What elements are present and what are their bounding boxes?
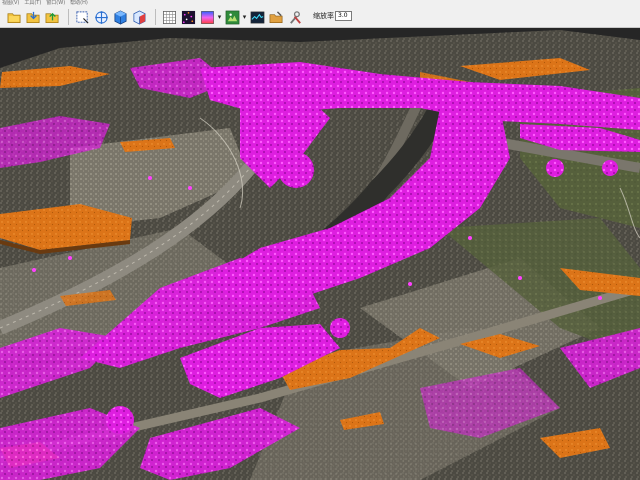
point-cloud-canvas[interactable] xyxy=(0,28,640,480)
toolbar-separator xyxy=(68,9,69,25)
grid-icon[interactable] xyxy=(161,9,178,26)
settings-tools-icon[interactable] xyxy=(287,9,304,26)
toolbar-separator xyxy=(155,9,156,25)
open-folder-icon[interactable] xyxy=(6,9,23,26)
terrain-icon[interactable] xyxy=(224,9,241,26)
solid-view-icon[interactable] xyxy=(131,9,148,26)
profile-icon[interactable] xyxy=(249,9,266,26)
menu-item-help[interactable]: 帮助(H) xyxy=(70,0,88,7)
menu-item-view[interactable]: 视图(V) xyxy=(2,0,19,7)
tool-strip: ▾ ▾ xyxy=(6,8,306,26)
zoom-input[interactable] xyxy=(335,11,352,21)
menu-item-tools[interactable]: 工具(T) xyxy=(24,0,41,7)
cube-view-icon[interactable] xyxy=(112,9,129,26)
point-cloud-viewport[interactable] xyxy=(0,28,640,480)
chevron-down-icon[interactable]: ▾ xyxy=(217,12,222,22)
zoom-label: 缩放率 xyxy=(313,12,334,20)
point-cloud-app: 视图(V) 工具(T) 窗口(W) 帮助(H) ▾ ▾ 缩放率 3.0 xyxy=(0,0,640,480)
select-box-icon[interactable] xyxy=(74,9,91,26)
menu-item-window[interactable]: 窗口(W) xyxy=(46,0,65,7)
color-ramp-icon[interactable] xyxy=(199,9,216,26)
pan-move-icon[interactable] xyxy=(93,9,110,26)
point-cloud-icon[interactable] xyxy=(180,9,197,26)
folder-tools-icon[interactable] xyxy=(268,9,285,26)
import-icon[interactable] xyxy=(25,9,42,26)
menu-bar: 视图(V) 工具(T) 窗口(W) 帮助(H) xyxy=(0,0,88,7)
chevron-down-icon[interactable]: ▾ xyxy=(242,12,247,22)
toolbar: 视图(V) 工具(T) 窗口(W) 帮助(H) ▾ ▾ 缩放率 3.0 xyxy=(0,0,640,28)
export-icon[interactable] xyxy=(44,9,61,26)
